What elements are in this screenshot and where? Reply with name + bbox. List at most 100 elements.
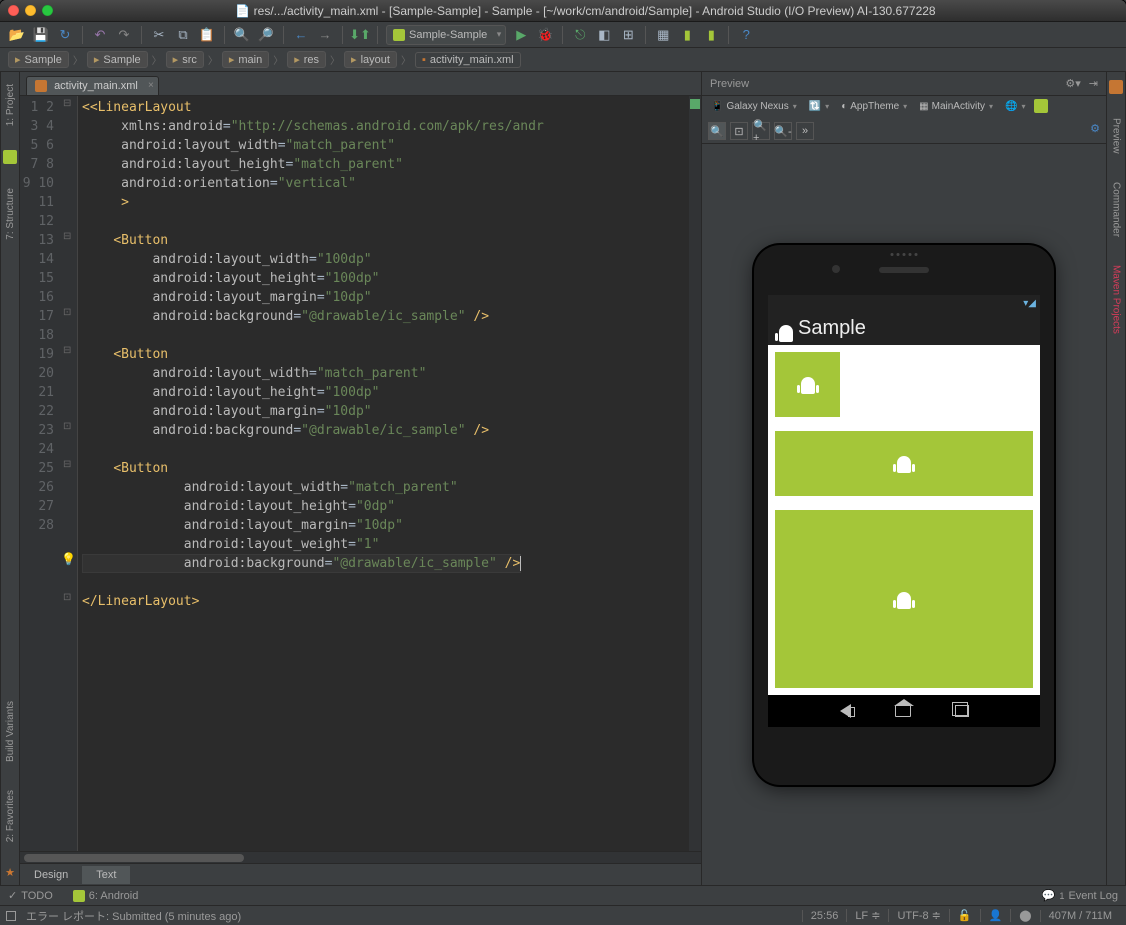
android-tool-icon[interactable] bbox=[3, 150, 17, 164]
theme-select[interactable]: ◐AppTheme bbox=[838, 100, 910, 113]
find-icon[interactable]: 🔍 bbox=[233, 26, 251, 44]
breadcrumb-item[interactable]: ▸res bbox=[287, 51, 326, 68]
run-config-select[interactable]: Sample-Sample bbox=[386, 25, 506, 45]
minimize-window-icon[interactable] bbox=[25, 5, 36, 16]
breadcrumb-item[interactable]: ▸src bbox=[166, 51, 204, 68]
app-icon bbox=[776, 321, 792, 337]
run-icon[interactable]: ▶ bbox=[512, 26, 530, 44]
preview-toolbar: 📱Galaxy Nexus 🔃 ◐AppTheme ▦MainActivity … bbox=[702, 96, 1106, 144]
refresh-icon[interactable]: ⚙ bbox=[1090, 122, 1100, 140]
tab-text[interactable]: Text bbox=[82, 866, 130, 884]
breadcrumb-item[interactable]: ▸layout bbox=[344, 51, 397, 68]
preview-tool-icon[interactable] bbox=[1109, 80, 1123, 94]
phone-canvas[interactable]: ▾◢ Sample bbox=[702, 144, 1106, 885]
fold-end-icon[interactable]: ⊡ bbox=[63, 421, 71, 432]
breadcrumb-item[interactable]: ▸Sample bbox=[87, 51, 148, 68]
help-icon[interactable]: ? bbox=[737, 26, 755, 44]
debug-icon[interactable]: 🐞 bbox=[536, 26, 554, 44]
monitor-icon[interactable]: ▮ bbox=[702, 26, 720, 44]
intention-bulb-icon[interactable]: 💡 bbox=[61, 552, 76, 566]
stop-icon[interactable]: ◧ bbox=[595, 26, 613, 44]
horizontal-scrollbar[interactable] bbox=[20, 851, 701, 863]
tab-structure[interactable]: 7: Structure bbox=[5, 184, 16, 244]
line-gutter: 1 2 3 4 5 6 7 8 9 10 11 12 13 14 15 16 1… bbox=[20, 96, 60, 851]
zoom-in-icon[interactable]: 🔍+ bbox=[752, 122, 770, 140]
tab-commander[interactable]: Commander bbox=[1111, 178, 1122, 241]
tab-favorites[interactable]: 2: Favorites bbox=[5, 786, 16, 846]
bottom-toolwindow-bar: ✓TODO 6: Android 💬1 Event Log bbox=[0, 885, 1126, 905]
star-icon[interactable]: ★ bbox=[5, 866, 15, 885]
device-select[interactable]: 📱Galaxy Nexus bbox=[708, 100, 800, 113]
tab-project[interactable]: 1: Project bbox=[5, 80, 16, 130]
paste-icon[interactable]: 📋 bbox=[198, 26, 216, 44]
mac-titlebar: res/.../activity_main.xml - [Sample-Samp… bbox=[0, 0, 1126, 22]
forward-icon[interactable]: → bbox=[316, 26, 334, 44]
open-icon[interactable]: 📂 bbox=[8, 26, 26, 44]
app-actionbar: Sample bbox=[768, 313, 1040, 345]
save-all-icon[interactable]: 💾 bbox=[32, 26, 50, 44]
zoom-actual-icon[interactable]: ⊡ bbox=[730, 122, 748, 140]
sdk-manager-icon[interactable]: ▦ bbox=[654, 26, 672, 44]
fold-icon[interactable]: ⊟ bbox=[63, 459, 71, 470]
redo-icon[interactable]: ↷ bbox=[115, 26, 133, 44]
inspection-icon[interactable]: 👤 bbox=[980, 909, 1011, 922]
breadcrumb-item[interactable]: ▸main bbox=[222, 51, 269, 68]
breadcrumb-item[interactable]: ▪activity_main.xml bbox=[415, 52, 521, 68]
line-separator[interactable]: LF ≑ bbox=[846, 909, 888, 922]
code-editor[interactable]: 1 2 3 4 5 6 7 8 9 10 11 12 13 14 15 16 1… bbox=[20, 96, 701, 851]
nav-recent-icon bbox=[955, 705, 969, 717]
right-tool-gutter: Preview Commander Maven Projects bbox=[1106, 72, 1126, 885]
editor-tabs: activity_main.xml × bbox=[20, 72, 701, 96]
copy-icon[interactable]: ⧉ bbox=[174, 26, 192, 44]
toggle-toolwindows-icon[interactable] bbox=[6, 911, 16, 921]
orientation-select[interactable]: 🔃 bbox=[806, 100, 832, 113]
todo-toolwindow[interactable]: ✓TODO bbox=[8, 889, 53, 902]
lock-icon[interactable]: 🔓 bbox=[949, 909, 980, 922]
editor-tab[interactable]: activity_main.xml × bbox=[26, 76, 159, 95]
fold-icon[interactable]: ⊟ bbox=[63, 345, 71, 356]
activity-select[interactable]: ▦MainActivity bbox=[916, 100, 996, 113]
android-version-icon[interactable] bbox=[1034, 99, 1048, 113]
close-tab-icon[interactable]: × bbox=[148, 80, 154, 91]
sync-icon[interactable]: ↻ bbox=[56, 26, 74, 44]
fold-end-icon[interactable]: ⊡ bbox=[63, 307, 71, 318]
editor-pane: activity_main.xml × 1 2 3 4 5 6 7 8 9 10… bbox=[20, 72, 702, 885]
caret-position[interactable]: 25:56 bbox=[802, 910, 847, 922]
tab-design[interactable]: Design bbox=[20, 866, 82, 884]
android-navbar bbox=[768, 695, 1040, 727]
preview-button-3 bbox=[775, 510, 1033, 688]
code-text[interactable]: <<LinearLayout xmlns:android="http://sch… bbox=[78, 96, 689, 851]
error-stripe bbox=[689, 96, 701, 851]
fold-icon[interactable]: ⊟ bbox=[63, 231, 71, 242]
cut-icon[interactable]: ✂ bbox=[150, 26, 168, 44]
zoom-out-icon[interactable]: 🔍- bbox=[774, 122, 792, 140]
locale-select[interactable]: 🌐 bbox=[1002, 100, 1028, 113]
preview-button-2 bbox=[775, 431, 1033, 496]
gear-icon[interactable]: ⚙▾ bbox=[1065, 77, 1080, 90]
more-icon[interactable]: » bbox=[796, 122, 814, 140]
tab-maven[interactable]: Maven Projects bbox=[1111, 261, 1122, 338]
zoom-window-icon[interactable] bbox=[42, 5, 53, 16]
editor-tab-label: activity_main.xml bbox=[54, 80, 138, 92]
android-icon[interactable]: ▮ bbox=[678, 26, 696, 44]
eventlog-toolwindow[interactable]: 💬1 Event Log bbox=[1042, 889, 1118, 902]
hide-panel-icon[interactable]: ⇥ bbox=[1081, 77, 1098, 90]
avd-icon[interactable]: ⊞ bbox=[619, 26, 637, 44]
attach-debugger-icon[interactable]: ⎋ bbox=[571, 26, 589, 44]
close-window-icon[interactable] bbox=[8, 5, 19, 16]
android-toolwindow[interactable]: 6: Android bbox=[73, 890, 139, 902]
left-tool-gutter: 1: Project 7: Structure Build Variants 2… bbox=[0, 72, 20, 885]
memory-indicator[interactable]: 407M / 711M bbox=[1040, 910, 1120, 922]
notifications-icon[interactable]: ⬤ bbox=[1010, 909, 1039, 922]
make-icon[interactable]: ⬇⬆ bbox=[351, 26, 369, 44]
back-icon[interactable]: ← bbox=[292, 26, 310, 44]
tab-preview[interactable]: Preview bbox=[1111, 114, 1122, 158]
replace-icon[interactable]: 🔎 bbox=[257, 26, 275, 44]
undo-icon[interactable]: ↶ bbox=[91, 26, 109, 44]
file-encoding[interactable]: UTF-8 ≑ bbox=[888, 909, 948, 922]
zoom-fit-icon[interactable]: 🔍 bbox=[708, 122, 726, 140]
breadcrumb-item[interactable]: ▸Sample bbox=[8, 51, 69, 68]
fold-end-icon[interactable]: ⊡ bbox=[63, 592, 71, 603]
tab-build-variants[interactable]: Build Variants bbox=[5, 697, 16, 766]
fold-icon[interactable]: ⊟ bbox=[63, 98, 71, 109]
